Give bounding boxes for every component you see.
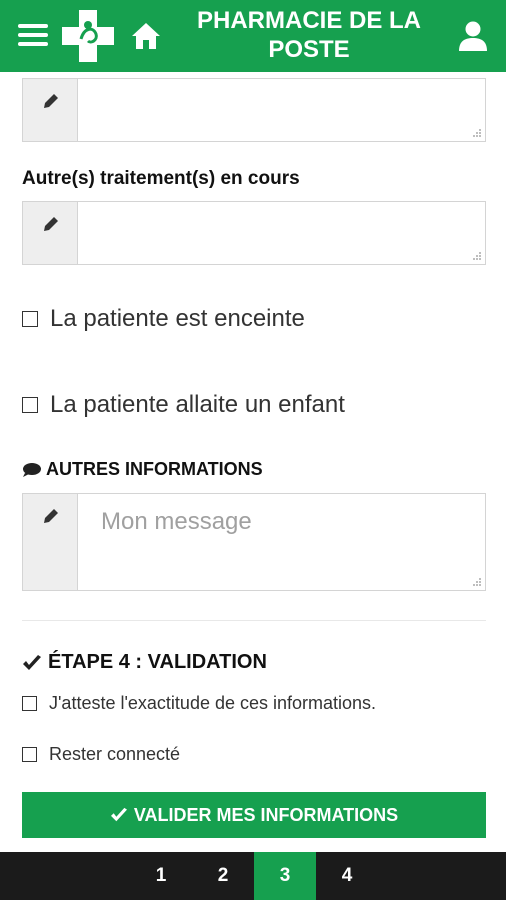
pen-addon [23,79,78,141]
treatments-field[interactable] [22,201,486,265]
home-icon[interactable] [130,20,162,52]
resize-grip-icon[interactable] [472,128,482,138]
pharmacy-cross-logo[interactable] [60,8,116,64]
attest-label: J'atteste l'exactitude de ces informatio… [49,693,377,713]
breastfeeding-checkbox-row[interactable]: La patiente allaite un enfant [22,391,345,419]
attest-checkbox[interactable] [22,696,37,711]
pregnant-checkbox-row[interactable]: La patiente est enceinte [22,305,305,333]
pen-addon [23,202,78,264]
resize-grip-icon[interactable] [472,251,482,261]
other-info-field[interactable]: Mon message [22,493,486,591]
hamburger-menu-icon[interactable] [18,24,48,48]
section-divider [22,620,486,621]
stay-connected-label: Rester connecté [49,744,181,764]
treatments-textarea[interactable] [79,202,485,264]
previous-textarea[interactable] [79,79,485,141]
page-3[interactable]: 3 [254,852,316,900]
pencil-icon [44,217,58,231]
pregnant-checkbox[interactable] [22,311,38,327]
breastfeeding-checkbox[interactable] [22,397,38,413]
pen-addon [23,494,78,590]
check-icon [23,654,41,670]
page-4[interactable]: 4 [316,852,378,900]
submit-button-label: VALIDER MES INFORMATIONS [133,804,399,825]
validation-heading: ÉTAPE 4 : VALIDATION [22,651,267,674]
pencil-icon [44,94,58,108]
step-pager: 1 2 3 4 [0,852,506,900]
previous-textarea-field[interactable] [22,78,486,142]
resize-grip-icon[interactable] [472,577,482,587]
message-textarea[interactable]: Mon message [79,494,485,590]
check-icon [110,807,127,822]
comment-icon [23,462,41,477]
stay-connected-checkbox[interactable] [22,747,37,762]
treatments-label: Autre(s) traitement(s) en cours [22,168,300,189]
pencil-icon [44,509,58,523]
page-2[interactable]: 2 [192,852,254,900]
other-info-heading: AUTRES INFORMATIONS [22,459,263,480]
pregnant-label: La patiente est enceinte [50,305,305,332]
breastfeeding-label: La patiente allaite un enfant [50,391,345,418]
attest-checkbox-row[interactable]: J'atteste l'exactitude de ces informatio… [22,693,376,714]
page-title: PHARMACIE DE LA POSTE [196,7,421,63]
validation-heading-text: ÉTAPE 4 : VALIDATION [48,651,267,673]
app-header: PHARMACIE DE LA POSTE [0,0,506,72]
other-info-heading-text: AUTRES INFORMATIONS [46,459,263,479]
stay-connected-checkbox-row[interactable]: Rester connecté [22,744,180,765]
user-icon[interactable] [458,20,488,52]
page-1[interactable]: 1 [130,852,192,900]
submit-button[interactable]: VALIDER MES INFORMATIONS [22,792,486,838]
